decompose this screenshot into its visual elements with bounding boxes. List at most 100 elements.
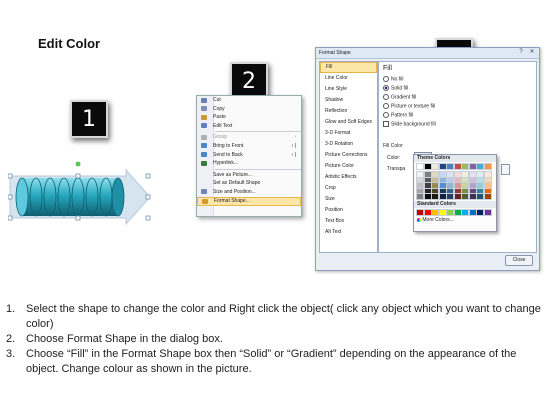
color-swatch[interactable]: [438, 163, 447, 170]
category-item[interactable]: Line Style: [320, 84, 377, 95]
close-icon[interactable]: ✕: [528, 49, 536, 56]
context-menu-item[interactable]: Copy: [197, 105, 301, 114]
color-swatch[interactable]: [461, 193, 469, 200]
category-item[interactable]: Size: [320, 194, 377, 205]
help-icon[interactable]: ?: [517, 49, 525, 56]
category-item[interactable]: Reflection: [320, 106, 377, 117]
context-menu-item[interactable]: Paste: [197, 113, 301, 122]
color-swatch[interactable]: [483, 182, 492, 189]
color-swatch[interactable]: [453, 187, 462, 195]
category-item[interactable]: Picture Corrections: [320, 150, 377, 161]
context-menu-item[interactable]: Size and Position...: [197, 188, 301, 197]
fill-option[interactable]: No fill: [383, 76, 404, 82]
color-swatch[interactable]: [423, 209, 432, 216]
category-item[interactable]: Crop: [320, 183, 377, 194]
color-swatch[interactable]: [431, 176, 439, 184]
more-colors-item[interactable]: More Colors...: [414, 217, 496, 224]
color-swatch[interactable]: [446, 171, 454, 178]
context-menu-item[interactable]: Format Shape...: [197, 196, 301, 206]
transparency-spinner[interactable]: [501, 164, 510, 175]
context-menu-item[interactable]: Edit Text: [197, 122, 301, 131]
color-swatch[interactable]: [468, 182, 477, 189]
color-swatch[interactable]: [423, 163, 432, 170]
color-swatch[interactable]: [483, 163, 492, 170]
selected-arrow-shape[interactable]: [8, 160, 158, 240]
color-swatch[interactable]: [431, 182, 439, 189]
color-swatch[interactable]: [468, 209, 477, 216]
color-swatch[interactable]: [438, 171, 447, 178]
color-swatch[interactable]: [483, 176, 492, 184]
color-swatch[interactable]: [468, 193, 477, 200]
color-swatch[interactable]: [416, 193, 424, 200]
color-swatch[interactable]: [476, 163, 484, 170]
color-swatch[interactable]: [468, 163, 477, 170]
color-swatch[interactable]: [461, 163, 469, 170]
color-swatch[interactable]: [461, 209, 469, 216]
color-swatch[interactable]: [438, 209, 447, 216]
fill-option[interactable]: Solid fill: [383, 85, 408, 91]
color-swatch[interactable]: [416, 187, 424, 195]
color-swatch[interactable]: [476, 171, 484, 178]
radio-button[interactable]: [383, 94, 389, 100]
context-menu-item[interactable]: Group ›: [197, 133, 301, 142]
color-swatch[interactable]: [438, 193, 447, 200]
context-menu-item[interactable]: Bring to Front › |: [197, 142, 301, 151]
fill-option[interactable]: Gradient fill: [383, 94, 416, 100]
color-swatch[interactable]: [483, 193, 492, 200]
context-menu-item[interactable]: Save as Picture...: [197, 171, 301, 180]
color-swatch[interactable]: [453, 176, 462, 184]
color-swatch[interactable]: [438, 176, 447, 184]
category-item[interactable]: Shadow: [320, 95, 377, 106]
context-menu-item[interactable]: Hyperlink...: [197, 159, 301, 168]
color-swatch[interactable]: [423, 187, 432, 195]
color-swatch[interactable]: [416, 163, 424, 170]
color-swatch[interactable]: [453, 209, 462, 216]
color-swatch[interactable]: [446, 187, 454, 195]
category-item[interactable]: Text Box: [320, 216, 377, 227]
radio-button[interactable]: [383, 85, 389, 91]
color-swatch[interactable]: [461, 171, 469, 178]
color-swatch[interactable]: [446, 182, 454, 189]
radio-button[interactable]: [383, 76, 389, 82]
color-swatch[interactable]: [438, 187, 447, 195]
color-swatch[interactable]: [476, 176, 484, 184]
color-swatch[interactable]: [483, 171, 492, 178]
checkbox[interactable]: [383, 121, 389, 127]
color-swatch[interactable]: [431, 193, 439, 200]
color-swatch[interactable]: [483, 209, 492, 216]
category-item[interactable]: 3-D Format: [320, 128, 377, 139]
color-swatch[interactable]: [431, 163, 439, 170]
radio-button[interactable]: [383, 112, 389, 118]
fill-option[interactable]: Picture or texture fill: [383, 103, 435, 109]
color-swatch[interactable]: [423, 176, 432, 184]
color-swatch[interactable]: [453, 163, 462, 170]
color-swatch[interactable]: [453, 171, 462, 178]
context-menu-item[interactable]: Send to Back › |: [197, 151, 301, 160]
category-item[interactable]: Fill: [320, 62, 377, 73]
color-swatch[interactable]: [431, 171, 439, 178]
color-swatch[interactable]: [476, 193, 484, 200]
color-swatch[interactable]: [446, 209, 454, 216]
color-swatch[interactable]: [453, 193, 462, 200]
color-swatch[interactable]: [416, 176, 424, 184]
color-swatch[interactable]: [476, 182, 484, 189]
color-swatch[interactable]: [476, 187, 484, 195]
category-item[interactable]: Position: [320, 205, 377, 216]
color-swatch[interactable]: [423, 193, 432, 200]
context-menu-item[interactable]: Cut: [197, 96, 301, 105]
category-item[interactable]: Picture Color: [320, 161, 377, 172]
color-swatch[interactable]: [476, 209, 484, 216]
color-swatch[interactable]: [468, 176, 477, 184]
color-swatch[interactable]: [453, 182, 462, 189]
color-swatch[interactable]: [461, 187, 469, 195]
color-swatch[interactable]: [423, 171, 432, 178]
color-swatch[interactable]: [446, 163, 454, 170]
color-swatch[interactable]: [461, 176, 469, 184]
fill-option[interactable]: Pattern fill: [383, 112, 413, 118]
color-swatch[interactable]: [423, 182, 432, 189]
category-item[interactable]: 3-D Rotation: [320, 139, 377, 150]
color-swatch[interactable]: [468, 171, 477, 178]
category-item[interactable]: Artistic Effects: [320, 172, 377, 183]
close-button[interactable]: Close: [505, 255, 533, 266]
fill-option[interactable]: Slide background fill: [383, 121, 436, 127]
